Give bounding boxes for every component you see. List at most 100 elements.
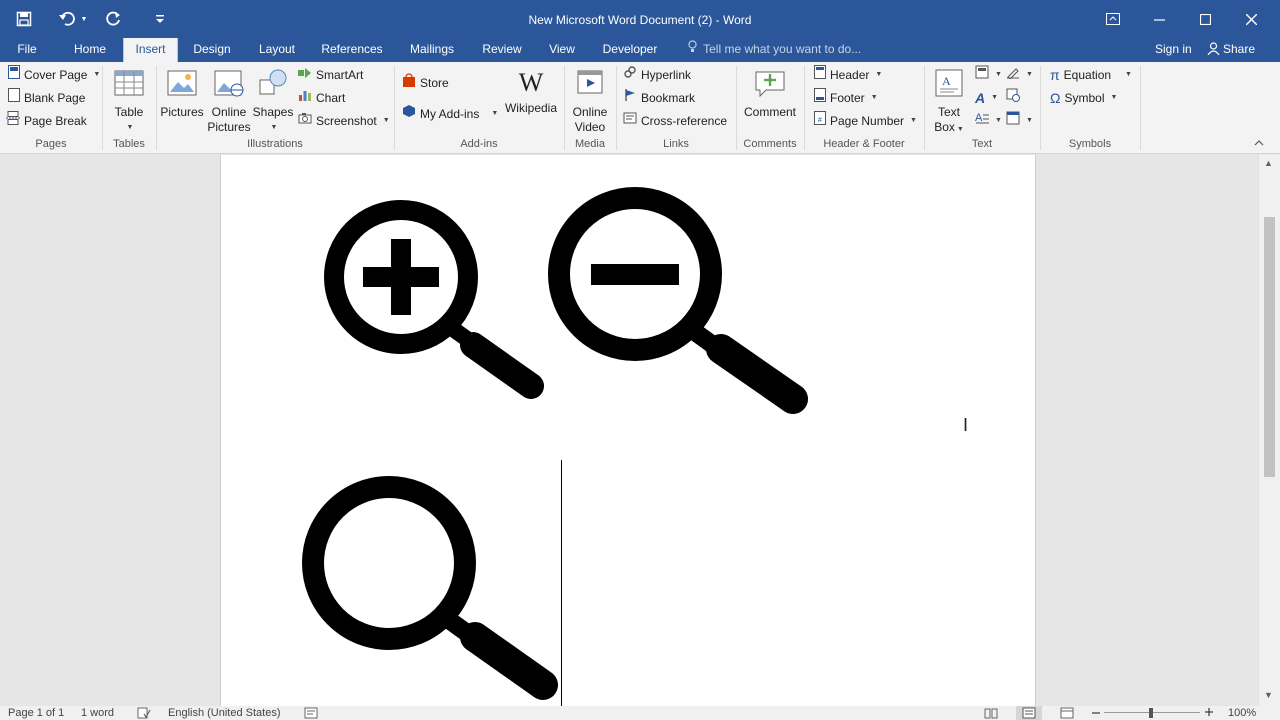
chart-button[interactable]: Chart: [298, 88, 345, 108]
zoom-in-icon[interactable]: [1204, 707, 1214, 720]
print-layout-icon[interactable]: [1016, 706, 1042, 720]
page-break-button[interactable]: Page Break: [6, 111, 87, 131]
close-icon[interactable]: [1228, 0, 1274, 38]
vertical-scrollbar[interactable]: ▲ ▼: [1258, 155, 1280, 706]
zoom-out-magnifier-icon[interactable]: [545, 187, 815, 417]
signature-line-button[interactable]: ▼: [1006, 65, 1033, 85]
cover-page-button[interactable]: Cover Page ▼: [8, 65, 100, 85]
language-indicator[interactable]: English (United States): [168, 707, 281, 719]
read-mode-icon[interactable]: [984, 707, 998, 720]
online-pictures-icon: [206, 68, 252, 102]
smartart-button[interactable]: SmartArt: [298, 65, 363, 85]
group-label-symbols: Symbols: [1068, 138, 1112, 150]
scrollbar-thumb[interactable]: [1264, 217, 1275, 477]
shapes-button[interactable]: Shapes ▼: [252, 68, 294, 135]
wikipedia-button[interactable]: W Wikipedia: [504, 68, 558, 116]
minimize-icon[interactable]: [1136, 0, 1182, 38]
collapse-ribbon-icon[interactable]: [1254, 138, 1264, 149]
pi-icon: π: [1050, 67, 1060, 83]
sign-in-link[interactable]: Sign in: [1155, 38, 1192, 62]
table-button[interactable]: Table ▼: [108, 68, 150, 135]
date-time-button[interactable]: [1006, 88, 1020, 108]
document-title: New Microsoft Word Document (2) - Word: [528, 13, 752, 27]
share-button[interactable]: Share: [1207, 38, 1255, 62]
document-page[interactable]: I: [220, 155, 1036, 706]
tell-me-search[interactable]: Tell me what you want to do...: [688, 38, 861, 62]
object-button[interactable]: ▼: [1006, 111, 1033, 131]
bookmark-icon: [623, 88, 637, 108]
header-button[interactable]: Header ▼: [814, 65, 882, 85]
web-layout-icon[interactable]: [1060, 707, 1074, 720]
tab-references[interactable]: References: [318, 38, 386, 62]
group-label-addins: Add-ins: [460, 138, 498, 150]
object-icon: [1006, 111, 1020, 131]
symbol-button[interactable]: Ω Symbol ▼: [1050, 88, 1117, 108]
chevron-down-icon: ▼: [991, 94, 999, 101]
table-icon: [108, 68, 150, 102]
group-label-tables: Tables: [113, 138, 145, 150]
quick-parts-button[interactable]: ▼: [975, 65, 1002, 85]
chevron-down-icon: ▼: [126, 124, 134, 131]
zoom-slider-thumb[interactable]: [1149, 708, 1153, 718]
signature-line-icon: [1006, 65, 1020, 85]
omega-icon: Ω: [1050, 90, 1061, 106]
comment-button[interactable]: Comment: [740, 68, 800, 120]
screenshot-button[interactable]: Screenshot ▼: [298, 111, 390, 131]
quick-parts-icon: [975, 65, 989, 85]
page-number-button[interactable]: # Page Number ▼: [814, 111, 917, 131]
word-count[interactable]: 1 word: [81, 707, 114, 719]
zoom-level[interactable]: 100%: [1228, 707, 1256, 719]
store-button[interactable]: Store: [402, 73, 449, 93]
magnifier-icon[interactable]: [299, 473, 569, 703]
tab-design[interactable]: Design: [186, 38, 238, 62]
bookmark-button[interactable]: Bookmark: [623, 88, 695, 108]
zoom-out-icon[interactable]: [1091, 707, 1101, 720]
hyperlink-button[interactable]: Hyperlink: [623, 65, 691, 85]
equation-button[interactable]: π Equation ▼: [1050, 65, 1132, 85]
tab-layout[interactable]: Layout: [252, 38, 302, 62]
cross-reference-button[interactable]: Cross-reference: [623, 111, 727, 131]
chart-icon: [298, 88, 312, 108]
footer-button[interactable]: Footer ▼: [814, 88, 878, 108]
wordart-button[interactable]: A ▼: [975, 88, 998, 108]
chevron-down-icon: ▼: [875, 71, 883, 78]
chevron-down-icon: ▼: [910, 117, 917, 124]
chevron-down-icon: ▼: [93, 71, 101, 78]
online-pictures-button[interactable]: Online Pictures: [206, 68, 252, 135]
tab-file[interactable]: File: [6, 38, 48, 62]
chevron-down-icon: ▼: [870, 94, 878, 101]
online-video-button[interactable]: Online Video: [567, 68, 613, 135]
text-box-button[interactable]: A Text Box ▼: [928, 68, 970, 137]
date-time-icon: [1006, 88, 1020, 108]
ribbon-display-options-icon[interactable]: [1090, 0, 1136, 38]
cross-reference-icon: [623, 111, 637, 131]
addins-icon: [402, 104, 416, 124]
group-label-links: Links: [663, 138, 689, 150]
store-icon: [402, 73, 416, 93]
zoom-in-magnifier-icon[interactable]: [321, 199, 551, 399]
group-label-media: Media: [575, 138, 605, 150]
chevron-down-icon: ▼: [1125, 71, 1132, 78]
group-label-header-footer: Header & Footer: [823, 138, 905, 150]
text-cursor: [561, 460, 562, 706]
tab-home[interactable]: Home: [66, 38, 114, 62]
scroll-down-icon[interactable]: ▼: [1264, 690, 1273, 700]
blank-page-button[interactable]: Blank Page: [8, 88, 85, 108]
scroll-up-icon[interactable]: ▲: [1264, 158, 1273, 168]
chevron-down-icon: ▼: [995, 117, 1002, 124]
drop-cap-button[interactable]: A ▼: [975, 111, 1002, 131]
page-count[interactable]: Page 1 of 1: [8, 707, 64, 719]
document-area[interactable]: I: [0, 155, 1258, 706]
cover-page-icon: [8, 65, 20, 85]
tab-review[interactable]: Review: [478, 38, 526, 62]
maximize-icon[interactable]: [1182, 0, 1228, 38]
my-addins-button[interactable]: My Add-ins ▼: [402, 104, 498, 124]
comment-icon: [740, 68, 800, 102]
tab-mailings[interactable]: Mailings: [403, 38, 461, 62]
macro-record-icon[interactable]: [304, 707, 318, 720]
tab-developer[interactable]: Developer: [598, 38, 662, 62]
tab-insert[interactable]: Insert: [123, 38, 178, 62]
proofing-icon[interactable]: [137, 707, 151, 720]
pictures-button[interactable]: Pictures: [160, 68, 204, 120]
tab-view[interactable]: View: [543, 38, 581, 62]
